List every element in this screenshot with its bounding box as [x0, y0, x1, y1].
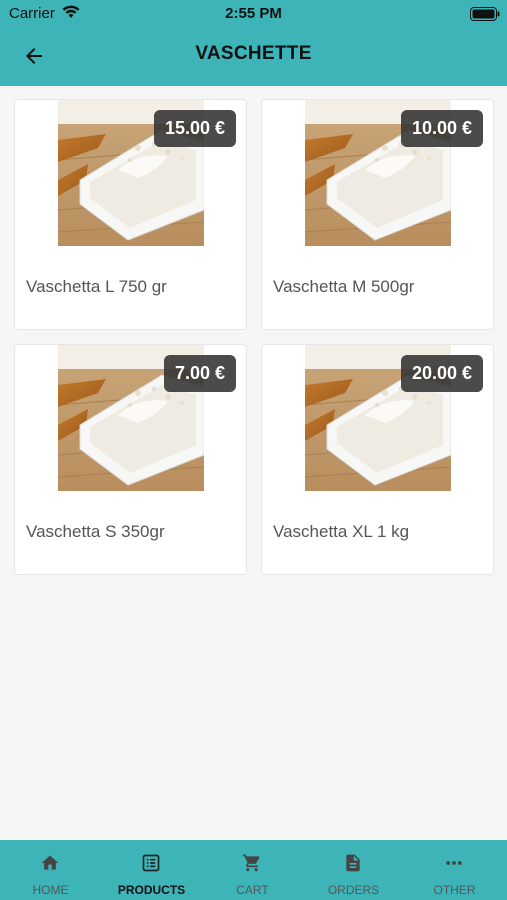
- product-name: Vaschetta S 350gr: [26, 522, 165, 541]
- battery-icon: [470, 7, 500, 21]
- tab-other-label: OTHER: [433, 883, 476, 897]
- price-badge: 20.00 €: [400, 355, 483, 392]
- product-card[interactable]: 7.00 € Vaschetta S 350gr: [14, 344, 247, 575]
- top-bar: Carrier 2:55 PM VASCHETTE: [0, 0, 507, 86]
- tab-orders-label: ORDERS: [327, 883, 380, 897]
- page-title: VASCHETTE: [195, 43, 312, 64]
- more-icon: [446, 861, 462, 865]
- price-badge: 7.00 €: [163, 355, 236, 392]
- product-card[interactable]: 20.00 € Vaschetta XL 1 kg: [261, 344, 494, 575]
- tab-products[interactable]: PRODUCTS: [101, 840, 202, 900]
- home-icon: [41, 855, 59, 870]
- product-card[interactable]: 15.00 € Vaschetta L 750 gr: [14, 99, 247, 330]
- tab-home-label: HOME: [32, 883, 69, 897]
- tab-home[interactable]: HOME: [0, 840, 101, 900]
- tab-products-label: PRODUCTS: [117, 883, 186, 897]
- product-name: Vaschetta L 750 gr: [26, 277, 167, 296]
- status-time: 2:55 PM: [225, 5, 282, 22]
- tab-bar: HOME PRODUCTS CART ORDERS OTHER: [0, 840, 507, 900]
- product-name: Vaschetta M 500gr: [273, 277, 415, 296]
- tab-orders[interactable]: ORDERS: [303, 840, 404, 900]
- tab-other[interactable]: OTHER: [404, 840, 505, 900]
- cart-icon: [242, 854, 260, 872]
- status-bar: Carrier 2:55 PM: [0, 0, 507, 28]
- tab-cart[interactable]: CART: [202, 840, 303, 900]
- price-badge: 15.00 €: [153, 110, 236, 147]
- tab-cart-label: CART: [236, 883, 269, 897]
- product-card[interactable]: 10.00 € Vaschetta M 500gr: [261, 99, 494, 330]
- product-name: Vaschetta XL 1 kg: [273, 522, 410, 541]
- list-icon: [142, 854, 160, 872]
- document-icon: [346, 854, 360, 872]
- price-badge: 10.00 €: [400, 110, 483, 147]
